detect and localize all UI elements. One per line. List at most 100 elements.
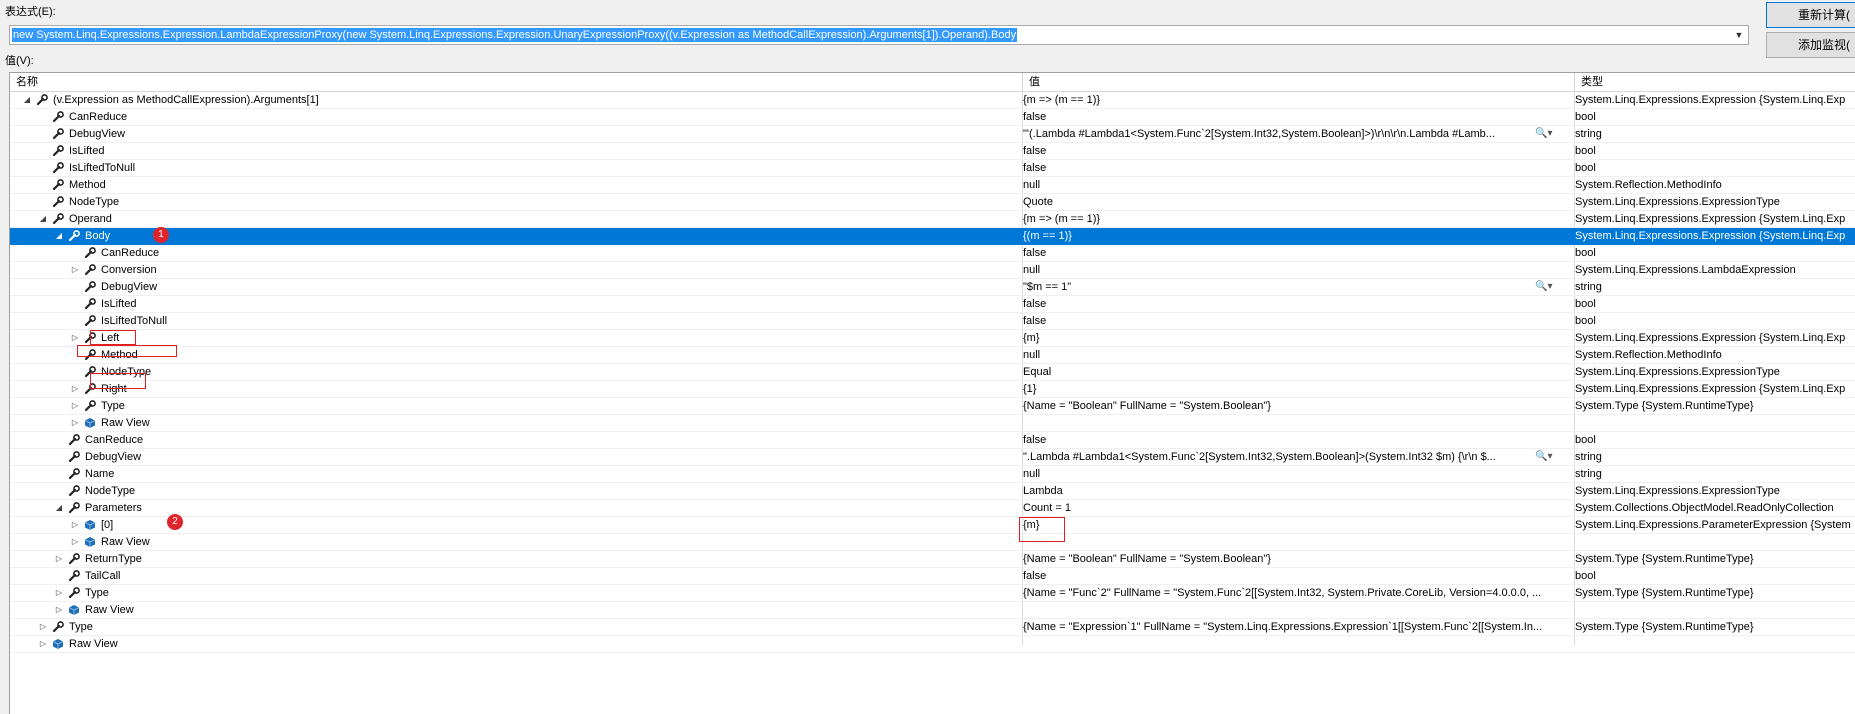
value-cell[interactable]: null [1023, 347, 1563, 363]
tree-row[interactable]: DebugView "'(.Lambda #Lambda1<System.Func… [10, 126, 1855, 143]
tree-row[interactable]: ▷ Raw View [10, 602, 1855, 619]
value-cell[interactable] [1023, 534, 1563, 550]
value-cell[interactable]: false [1023, 296, 1563, 312]
expand-arrow-icon[interactable]: ▷ [70, 330, 80, 346]
expand-arrow-icon[interactable]: ▷ [70, 398, 80, 414]
expand-arrow-icon[interactable]: ▷ [54, 551, 64, 567]
row-name: Raw View [101, 536, 150, 548]
tree-row[interactable]: ◢ (v.Expression as MethodCallExpression).… [10, 92, 1855, 109]
expand-arrow-icon[interactable]: ▷ [70, 262, 80, 278]
column-header-name[interactable]: 名称 [10, 73, 1023, 91]
value-cell[interactable]: Quote [1023, 194, 1563, 210]
tree-row[interactable]: NodeType Quote System.Linq.Expressions.Exp… [10, 194, 1855, 211]
tree-row[interactable]: ▷ Raw View [10, 534, 1855, 551]
tree-row[interactable]: ▷ Raw View [10, 636, 1855, 653]
value-cell[interactable] [1023, 636, 1563, 652]
value-cell[interactable]: {1} [1023, 381, 1563, 397]
tree-row[interactable]: ▷ Right {1} System.Linq.Expressions.Express… [10, 381, 1855, 398]
value-cell[interactable]: {Name = "Boolean" FullName = "System.Boo… [1023, 551, 1563, 567]
value-cell[interactable]: Lambda [1023, 483, 1563, 499]
value-cell[interactable]: {m => (m == 1)} [1023, 92, 1563, 108]
tree-row[interactable]: ▷ Conversion null System.Linq.Expressions.L… [10, 262, 1855, 279]
tree-row[interactable]: NodeType Equal System.Linq.Expressions.Exp… [10, 364, 1855, 381]
value-cell[interactable] [1023, 415, 1563, 431]
tree-row[interactable]: Method null System.Reflection.MethodInfo [10, 347, 1855, 364]
column-header-value[interactable]: 值 [1023, 73, 1575, 91]
expand-arrow-icon[interactable]: ▷ [54, 585, 64, 601]
value-cell[interactable] [1023, 602, 1563, 618]
collapse-arrow-icon[interactable]: ◢ [22, 92, 32, 108]
expand-arrow-icon[interactable]: ▷ [70, 415, 80, 431]
tree-row[interactable]: DebugView ".Lambda #Lambda1<System.Func`2… [10, 449, 1855, 466]
tree-row[interactable]: ◢ Operand {m => (m == 1)} System.Linq.Expre… [10, 211, 1855, 228]
tree-row[interactable]: IsLiftedToNull false bool [10, 160, 1855, 177]
recalculate-button[interactable]: 重新计算( [1766, 2, 1855, 28]
add-watch-button[interactable]: 添加监视( [1766, 32, 1855, 58]
tree-row[interactable]: NodeType Lambda System.Linq.Expressions.Ex… [10, 483, 1855, 500]
value-cell[interactable]: false [1023, 143, 1563, 159]
expression-text: new System.Linq.Expressions.Expression.L… [12, 28, 1018, 42]
collapse-arrow-icon[interactable]: ◢ [38, 211, 48, 227]
tree-row[interactable]: ▷ Type {Name = "Func`2" FullName = "System… [10, 585, 1855, 602]
value-cell[interactable]: null [1023, 466, 1563, 482]
tree-row[interactable]: TailCall false bool [10, 568, 1855, 585]
text-visualizer-icon[interactable]: 🔍▾ [1535, 449, 1559, 465]
tree-row[interactable]: ▷ Type {Name = "Expression`1" FullName = "… [10, 619, 1855, 636]
tree-row[interactable]: ◢ Body {(m == 1)} System.Linq.Expressions.E… [10, 228, 1855, 245]
expand-arrow-icon[interactable]: ▷ [54, 602, 64, 618]
value-cell[interactable]: false [1023, 245, 1563, 261]
value-cell[interactable]: "$m == 1" 🔍▾ [1023, 279, 1563, 295]
value-cell[interactable]: {m => (m == 1)} [1023, 211, 1563, 227]
tree-row[interactable]: CanReduce false bool [10, 432, 1855, 449]
value-cell[interactable]: false [1023, 160, 1563, 176]
value-cell[interactable]: {(m == 1)} [1023, 228, 1563, 244]
tree-row[interactable]: CanReduce false bool [10, 245, 1855, 262]
value-cell[interactable]: {Name = "Boolean" FullName = "System.Boo… [1023, 398, 1563, 414]
type-cell: System.Type {System.RuntimeType} [1575, 400, 1754, 412]
type-cell [1575, 415, 1855, 431]
expand-arrow-icon[interactable]: ▷ [70, 517, 80, 533]
tree-row[interactable]: CanReduce false bool [10, 109, 1855, 126]
row-name: Parameters [85, 502, 142, 514]
type-cell: string [1575, 451, 1602, 463]
value-cell[interactable]: {m} [1023, 517, 1563, 533]
value-cell[interactable]: false [1023, 109, 1563, 125]
value-cell[interactable]: Count = 1 [1023, 500, 1563, 516]
tree-row[interactable]: IsLifted false bool [10, 296, 1855, 313]
collapse-arrow-icon[interactable]: ◢ [54, 228, 64, 244]
value-cell[interactable]: {m} [1023, 330, 1563, 346]
value-cell[interactable]: null [1023, 177, 1563, 193]
tree-row[interactable]: ▷ Type {Name = "Boolean" FullName = "Syste… [10, 398, 1855, 415]
value-cell[interactable]: Equal [1023, 364, 1563, 380]
expand-arrow-icon[interactable]: ▷ [70, 534, 80, 550]
tree-row[interactable]: Name null string [10, 466, 1855, 483]
tree-row[interactable]: ▷ ReturnType {Name = "Boolean" FullName = … [10, 551, 1855, 568]
tree-row[interactable]: IsLiftedToNull false bool [10, 313, 1855, 330]
column-header-type[interactable]: 类型 [1575, 73, 1855, 91]
grid-header: 名称 值 类型 [10, 73, 1855, 92]
tree-row[interactable]: DebugView "$m == 1" 🔍▾ string [10, 279, 1855, 296]
tree-row[interactable]: ▷ [0] {m} System.Linq.Expressions.Parameter… [10, 517, 1855, 534]
value-cell[interactable]: false [1023, 313, 1563, 329]
tree-row[interactable]: ▷ Left {m} System.Linq.Expressions.Expressi… [10, 330, 1855, 347]
value-cell[interactable]: false [1023, 432, 1563, 448]
chevron-down-icon[interactable]: ▼ [1729, 26, 1748, 44]
tree-row[interactable]: Method null System.Reflection.MethodInfo [10, 177, 1855, 194]
tree-row[interactable]: ◢ Parameters Count = 1 System.Collections.O… [10, 500, 1855, 517]
text-visualizer-icon[interactable]: 🔍▾ [1535, 126, 1559, 142]
value-cell[interactable]: null [1023, 262, 1563, 278]
type-cell: string [1575, 128, 1602, 140]
expression-input[interactable]: new System.Linq.Expressions.Expression.L… [9, 25, 1749, 45]
value-cell[interactable]: {Name = "Func`2" FullName = "System.Func… [1023, 585, 1563, 601]
value-cell[interactable]: false [1023, 568, 1563, 584]
value-cell[interactable]: "'(.Lambda #Lambda1<System.Func`2[System… [1023, 126, 1563, 142]
expand-arrow-icon[interactable]: ▷ [70, 381, 80, 397]
tree-row[interactable]: ▷ Raw View [10, 415, 1855, 432]
value-cell[interactable]: {Name = "Expression`1" FullName = "Syste… [1023, 619, 1563, 635]
collapse-arrow-icon[interactable]: ◢ [54, 500, 64, 516]
text-visualizer-icon[interactable]: 🔍▾ [1535, 279, 1559, 295]
tree-row[interactable]: IsLifted false bool [10, 143, 1855, 160]
expand-arrow-icon[interactable]: ▷ [38, 619, 48, 635]
expand-arrow-icon[interactable]: ▷ [38, 636, 48, 652]
value-cell[interactable]: ".Lambda #Lambda1<System.Func`2[System.I… [1023, 449, 1563, 465]
